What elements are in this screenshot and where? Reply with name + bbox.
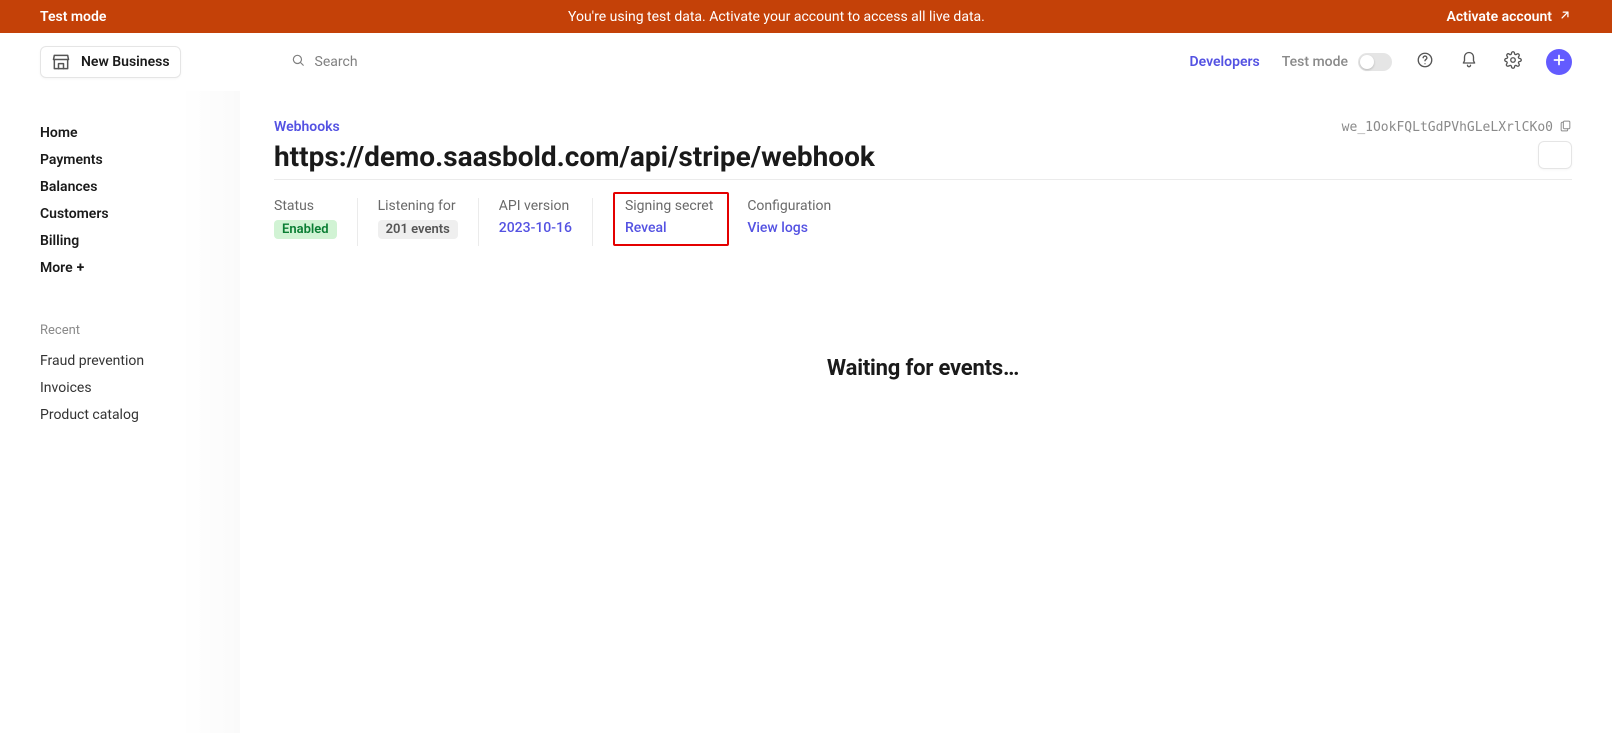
- banner-message: You're using test data. Activate your ac…: [106, 9, 1446, 25]
- webhook-id-text: we_1OokFQLtGdPVhGLeLXrlCKo0: [1342, 120, 1553, 135]
- configuration-label: Configuration: [747, 198, 831, 214]
- external-link-icon: [1558, 8, 1572, 26]
- search-icon: [291, 53, 305, 71]
- sidebar: Home Payments Balances Customers Billing…: [0, 91, 240, 733]
- search-placeholder: Search: [315, 54, 358, 70]
- test-mode-label: Test mode: [1282, 54, 1348, 70]
- help-icon: [1416, 51, 1434, 73]
- nav-billing[interactable]: Billing: [40, 227, 240, 254]
- api-version-label: API version: [499, 198, 572, 214]
- view-logs-link[interactable]: View logs: [747, 220, 808, 236]
- storefront-icon: [51, 52, 71, 72]
- nav-more-label: More: [40, 260, 73, 276]
- help-button[interactable]: [1414, 51, 1436, 73]
- nav-home[interactable]: Home: [40, 119, 240, 146]
- signing-secret-label: Signing secret: [625, 198, 713, 214]
- info-signing-secret: Signing secret Reveal: [613, 192, 729, 246]
- business-name: New Business: [81, 54, 170, 70]
- clipboard-icon: [1559, 119, 1572, 136]
- webhook-id[interactable]: we_1OokFQLtGdPVhGLeLXrlCKo0: [1342, 119, 1572, 136]
- create-button[interactable]: [1546, 49, 1572, 75]
- recent-section-label: Recent: [40, 323, 240, 338]
- activate-account-label: Activate account: [1446, 9, 1552, 25]
- info-status: Status Enabled: [274, 198, 358, 246]
- webhook-info-strip: Status Enabled Listening for 201 events …: [274, 180, 1572, 246]
- nav-payments[interactable]: Payments: [40, 146, 240, 173]
- main-content: Webhooks we_1OokFQLtGdPVhGLeLXrlCKo0 htt…: [240, 91, 1612, 733]
- recent-product-catalog[interactable]: Product catalog: [40, 402, 240, 429]
- breadcrumb-webhooks[interactable]: Webhooks: [274, 119, 340, 135]
- page-title: https://demo.saasbold.com/api/stripe/web…: [274, 140, 1538, 173]
- activate-account-link[interactable]: Activate account: [1446, 8, 1572, 26]
- bell-icon: [1460, 51, 1478, 73]
- notifications-button[interactable]: [1458, 51, 1480, 73]
- developers-link[interactable]: Developers: [1190, 54, 1260, 70]
- recent-fraud-prevention[interactable]: Fraud prevention: [40, 348, 240, 375]
- info-configuration: Configuration View logs: [747, 198, 851, 246]
- settings-button[interactable]: [1502, 51, 1524, 73]
- info-listening: Listening for 201 events: [378, 198, 479, 246]
- api-version-link[interactable]: 2023-10-16: [499, 220, 572, 236]
- waiting-for-events: Waiting for events…: [274, 356, 1572, 381]
- gear-icon: [1504, 51, 1522, 73]
- recent-nav: Fraud prevention Invoices Product catalo…: [40, 348, 240, 429]
- test-mode-toggle[interactable]: [1358, 53, 1392, 71]
- events-badge[interactable]: 201 events: [378, 220, 458, 239]
- account-switcher[interactable]: New Business: [40, 46, 181, 78]
- search-input[interactable]: Search: [291, 53, 358, 71]
- main-nav: Home Payments Balances Customers Billing…: [40, 119, 240, 281]
- overflow-menu-button[interactable]: [1538, 141, 1572, 169]
- banner-test-mode-label: Test mode: [40, 9, 106, 25]
- nav-more[interactable]: More +: [40, 254, 240, 281]
- nav-balances[interactable]: Balances: [40, 173, 240, 200]
- reveal-secret-link[interactable]: Reveal: [625, 220, 667, 236]
- nav-customers[interactable]: Customers: [40, 200, 240, 227]
- listening-label: Listening for: [378, 198, 458, 214]
- plus-icon: [1550, 51, 1568, 73]
- test-mode-banner: Test mode You're using test data. Activa…: [0, 0, 1612, 33]
- info-api-version: API version 2023-10-16: [499, 198, 593, 246]
- recent-invoices[interactable]: Invoices: [40, 375, 240, 402]
- app-header: New Business Search Developers Test mode: [0, 33, 1612, 91]
- test-mode-toggle-wrap: Test mode: [1282, 53, 1392, 71]
- plus-icon: +: [77, 260, 85, 276]
- status-badge: Enabled: [274, 220, 337, 239]
- status-label: Status: [274, 198, 337, 214]
